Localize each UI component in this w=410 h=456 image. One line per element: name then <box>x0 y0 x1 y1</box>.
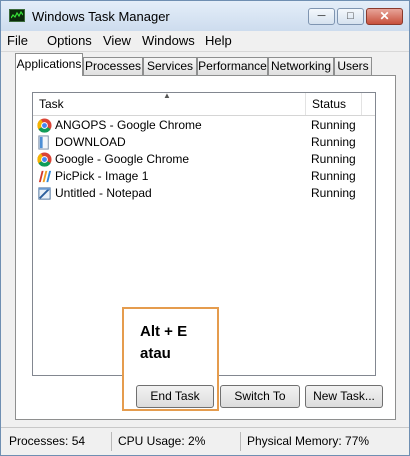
tab-users[interactable]: Users <box>334 57 372 75</box>
task-list-header: Task ▲ Status <box>33 91 375 116</box>
task-status: Running <box>311 169 356 183</box>
switch-to-button[interactable]: Switch To <box>220 385 300 408</box>
cpu-usage: CPU Usage: 2% <box>118 434 206 448</box>
notepad-icon <box>37 186 53 201</box>
task-name: ANGOPS - Google Chrome <box>55 118 202 132</box>
task-row[interactable]: ANGOPS - Google Chrome Running <box>33 117 375 134</box>
sort-ascending-icon: ▲ <box>163 91 171 100</box>
task-name: DOWNLOAD <box>55 135 126 149</box>
menu-help[interactable]: Help <box>205 33 232 48</box>
picpick-icon <box>37 169 53 184</box>
task-manager-graph-icon <box>9 9 25 22</box>
menu-windows[interactable]: Windows <box>142 33 195 48</box>
menu-options[interactable]: Options <box>47 33 92 48</box>
close-icon: ✕ <box>379 9 390 23</box>
task-row[interactable]: Google - Google Chrome Running <box>33 151 375 168</box>
status-bar: Processes: 54 CPU Usage: 2% Physical Mem… <box>1 427 409 455</box>
task-status: Running <box>311 135 356 149</box>
menu-file[interactable]: File <box>7 33 28 48</box>
status-separator <box>111 432 112 451</box>
folder-icon <box>37 135 53 150</box>
shortcut-annotation-callout: Alt + E atau End Task <box>122 307 219 411</box>
task-name: PicPick - Image 1 <box>55 169 149 183</box>
new-task-button[interactable]: New Task... <box>305 385 383 408</box>
end-task-button[interactable]: End Task <box>136 385 214 408</box>
task-name: Untitled - Notepad <box>55 186 152 200</box>
maximize-icon: □ <box>347 10 354 22</box>
menu-view[interactable]: View <box>103 33 131 48</box>
menu-bar: File Options View Windows Help <box>1 31 409 52</box>
task-row[interactable]: PicPick - Image 1 Running <box>33 168 375 185</box>
maximize-button[interactable]: □ <box>337 8 364 25</box>
task-name: Google - Google Chrome <box>55 152 190 166</box>
tab-networking[interactable]: Networking <box>268 57 334 75</box>
minimize-button[interactable]: ─ <box>308 8 335 25</box>
process-count: Processes: 54 <box>9 434 86 448</box>
tab-applications[interactable]: Applications <box>15 53 83 76</box>
physical-memory: Physical Memory: 77% <box>247 434 370 448</box>
column-separator[interactable] <box>361 93 362 115</box>
window-title: Windows Task Manager <box>32 9 170 24</box>
tab-processes[interactable]: Processes <box>83 57 143 75</box>
chrome-icon <box>37 152 53 167</box>
tab-services[interactable]: Services <box>143 57 197 75</box>
task-manager-window: Windows Task Manager ─ □ ✕ File Options … <box>0 0 410 456</box>
close-button[interactable]: ✕ <box>366 8 403 25</box>
task-row[interactable]: Untitled - Notepad Running <box>33 185 375 202</box>
task-status: Running <box>311 152 356 166</box>
status-separator <box>240 432 241 451</box>
task-status: Running <box>311 186 356 200</box>
task-row[interactable]: DOWNLOAD Running <box>33 134 375 151</box>
task-status: Running <box>311 118 356 132</box>
minimize-icon: ─ <box>317 10 326 22</box>
title-bar[interactable]: Windows Task Manager ─ □ ✕ <box>1 1 409 31</box>
chrome-icon <box>37 118 53 133</box>
annotation-text: Alt + E atau <box>140 323 188 362</box>
tab-performance[interactable]: Performance <box>197 57 268 75</box>
caption-buttons: ─ □ ✕ <box>306 8 403 26</box>
column-header-status[interactable]: Status <box>306 93 360 115</box>
